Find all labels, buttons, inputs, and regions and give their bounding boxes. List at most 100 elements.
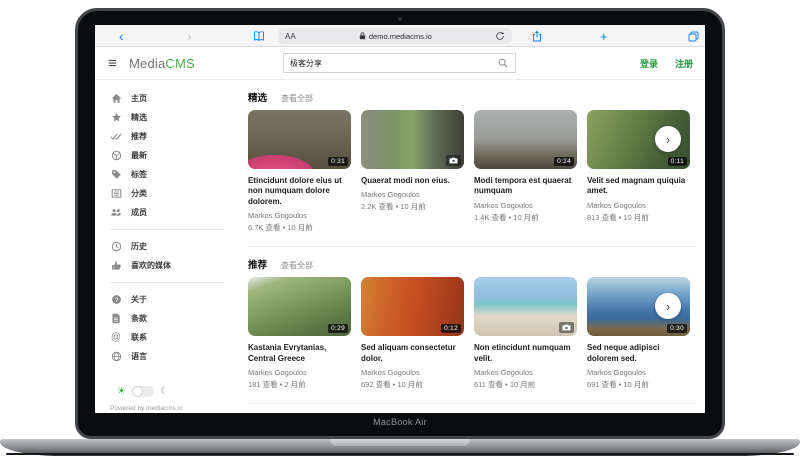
media-author[interactable]: Markos Gogoulos — [587, 201, 690, 210]
site-logo[interactable]: MediaCMS — [129, 56, 195, 71]
thumb-up-icon — [110, 260, 122, 271]
globe-icon — [110, 351, 122, 362]
duration-badge: 0:29 — [328, 324, 348, 333]
media-title[interactable]: Non etincidunt numquam velit. — [474, 343, 577, 364]
media-author[interactable]: Markos Gogoulos — [361, 368, 464, 377]
login-link[interactable]: 登录 — [640, 57, 658, 70]
media-author[interactable]: Markos Gogoulos — [248, 211, 351, 220]
bookmarks-icon[interactable] — [253, 25, 265, 47]
sidebar-item-members[interactable]: 成员 — [95, 203, 240, 222]
media-title[interactable]: Velit sed magnam quiquia amet. — [587, 176, 690, 197]
image-thumbnail[interactable] — [361, 110, 464, 169]
video-thumbnail[interactable]: 0:24 — [474, 110, 577, 169]
reload-icon[interactable] — [495, 31, 505, 41]
featured-row: 0:31 Etincidunt dolore eius ut non numqu… — [248, 110, 705, 233]
tabs-icon[interactable] — [687, 25, 700, 47]
media-stats: 813 查看 • 10 月前 — [587, 212, 690, 223]
media-title[interactable]: Modi tempora est quaerat numquam — [474, 176, 577, 197]
url-text: demo.mediacms.io — [369, 32, 432, 41]
media-card[interactable]: Quaerat modi non eius. Markos Gogoulos 2… — [361, 110, 464, 233]
media-stats: 1.4K 查看 • 10 月前 — [474, 212, 577, 223]
duration-badge: 0:24 — [554, 157, 574, 166]
video-thumbnail[interactable]: 0:29 — [248, 277, 351, 336]
forward-button[interactable]: › — [187, 25, 192, 47]
question-icon: ? — [110, 294, 122, 305]
tag-icon — [110, 169, 122, 180]
media-card[interactable]: 0:29 Kastania Evrytanias, Central Greece… — [248, 277, 351, 390]
media-stats: 6.7K 查看 • 10 月前 — [248, 222, 351, 233]
camera-icon — [446, 155, 461, 166]
macbook-label: MacBook Air — [78, 417, 722, 427]
chevron-right-icon: › — [666, 132, 670, 147]
sidebar-item-latest[interactable]: 最新 — [95, 146, 240, 165]
media-stats: 692 查看 • 10 月前 — [361, 379, 464, 390]
recommended-section-header: 推荐 查看全部 — [248, 257, 705, 271]
menu-icon[interactable]: ≡ — [108, 55, 117, 72]
duration-badge: 0:30 — [667, 324, 687, 333]
sidebar-item-liked-media[interactable]: 喜欢的媒体 — [95, 256, 240, 275]
sidebar-item-language[interactable]: 语言 — [95, 347, 240, 366]
macbook-base — [0, 439, 800, 456]
sidebar-item-featured[interactable]: 精选 — [95, 108, 240, 127]
video-thumbnail[interactable]: 0:12 — [361, 277, 464, 336]
document-icon — [110, 313, 122, 324]
media-title[interactable]: Quaerat modi non eius. — [361, 176, 464, 186]
media-title[interactable]: Sed neque adipisci dolorem sed. — [587, 343, 690, 364]
sidebar-item-about[interactable]: ? 关于 — [95, 290, 240, 309]
media-card[interactable]: 0:31 Etincidunt dolore eius ut non numqu… — [248, 110, 351, 233]
view-all-link[interactable]: 查看全部 — [281, 260, 313, 271]
theme-toggle[interactable] — [132, 386, 154, 397]
search-input[interactable] — [284, 59, 491, 68]
carousel-next-button[interactable]: › — [655, 126, 681, 152]
search-icon[interactable] — [491, 54, 515, 72]
sidebar-divider — [110, 282, 225, 283]
macbook-lid-notch — [330, 439, 470, 446]
screen: ‹ › AA demo.mediacms.io + — [95, 25, 705, 413]
media-stats: 611 查看 • 10 月前 — [474, 379, 577, 390]
new-tab-icon[interactable]: + — [600, 25, 608, 47]
register-link[interactable]: 注册 — [675, 57, 693, 70]
chevron-right-icon: › — [666, 299, 670, 314]
reader-mode-button[interactable]: AA — [285, 32, 296, 41]
media-author[interactable]: Markos Gogoulos — [361, 190, 464, 199]
lock-icon — [359, 32, 366, 40]
media-card[interactable]: 0:12 Sed aliquam consectetur dolor. Mark… — [361, 277, 464, 390]
media-author[interactable]: Markos Gogoulos — [474, 201, 577, 210]
media-title[interactable]: Etincidunt dolore eius ut non numquam do… — [248, 176, 351, 207]
page: ‹ › AA demo.mediacms.io + — [0, 0, 800, 459]
sidebar-item-home[interactable]: 主页 — [95, 89, 240, 108]
sidebar-item-categories[interactable]: 分类 — [95, 184, 240, 203]
duration-badge: 0:11 — [668, 157, 687, 166]
video-thumbnail[interactable]: 0:31 — [248, 110, 351, 169]
section-title: 精选 — [248, 90, 267, 104]
media-author[interactable]: Markos Gogoulos — [248, 368, 351, 377]
sidebar-item-tags[interactable]: 标签 — [95, 165, 240, 184]
media-title[interactable]: Sed aliquam consectetur dolor. — [361, 343, 464, 364]
url-bar[interactable]: AA demo.mediacms.io — [278, 28, 512, 44]
media-title[interactable]: Kastania Evrytanias, Central Greece — [248, 343, 351, 364]
view-all-link[interactable]: 查看全部 — [281, 93, 313, 104]
sidebar-item-recommended[interactable]: 推荐 — [95, 127, 240, 146]
share-icon[interactable] — [531, 25, 543, 47]
camera-icon — [559, 322, 574, 333]
sidebar-item-terms[interactable]: 条款 — [95, 309, 240, 328]
main-content: 精选 查看全部 0:31 Etincidunt dolore eius ut n… — [240, 80, 705, 413]
sidebar-item-history[interactable]: 历史 — [95, 237, 240, 256]
duration-badge: 0:31 — [328, 157, 348, 166]
sidebar-item-contact[interactable]: @ 联系 — [95, 328, 240, 347]
powered-by[interactable]: Powered by mediacms.io — [110, 405, 183, 412]
media-card[interactable]: 0:24 Modi tempora est quaerat numquam Ma… — [474, 110, 577, 233]
page-body: 主页 精选 推荐 最新 — [95, 80, 705, 413]
media-author[interactable]: Markos Gogoulos — [474, 368, 577, 377]
carousel-next-button[interactable]: › — [655, 293, 681, 319]
star-icon — [110, 112, 122, 123]
media-author[interactable]: Markos Gogoulos — [587, 368, 690, 377]
members-icon — [110, 207, 122, 218]
media-card[interactable]: Non etincidunt numquam velit. Markos Gog… — [474, 277, 577, 390]
image-thumbnail[interactable] — [474, 277, 577, 336]
history-icon — [110, 241, 122, 252]
back-button[interactable]: ‹ — [119, 25, 124, 47]
media-stats: 181 查看 • 2 月前 — [248, 379, 351, 390]
theme-switcher: ☀ ☾ — [95, 386, 240, 397]
category-icon — [110, 188, 122, 199]
